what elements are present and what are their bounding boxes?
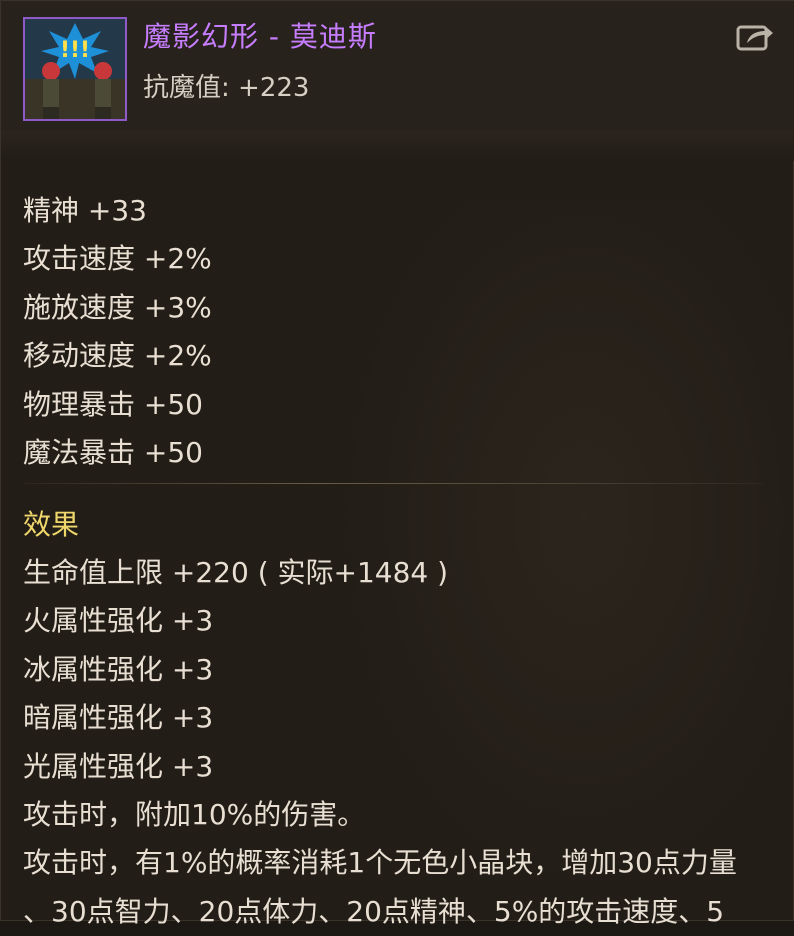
stat-line: 物理暴击 +50 (23, 387, 203, 421)
item-tooltip: !!! 魔影幻形 - 莫迪斯 抗魔值: +223 精神 +33 攻击速度 +2%… (0, 0, 794, 928)
section-divider (23, 483, 763, 484)
stat-line: 魔法暴击 +50 (23, 436, 203, 470)
effects-title: 效果 (23, 508, 80, 541)
resist-label: 抗魔值: (143, 73, 230, 103)
effect-line: 生命值上限 +220 ( 实际+1484 ) (23, 556, 449, 589)
effect-line: 火属性强化 +3 (23, 604, 214, 638)
stat-line: 施放速度 +3% (23, 290, 212, 324)
effect-line: 、30点智力、20点体力、20点精神、5%的攻击速度、5 (23, 894, 725, 928)
header-band (1, 131, 794, 161)
stat-line: 攻击速度 +2% (23, 242, 212, 276)
stats-list: 精神 +33 攻击速度 +2% 施放速度 +3% 移动速度 +2% 物理暴击 +… (23, 187, 783, 477)
character-portrait-icon: !!! (23, 17, 127, 121)
stat-line: 精神 +33 (23, 194, 147, 227)
effect-line: 暗属性强化 +3 (23, 701, 214, 735)
share-button[interactable] (735, 19, 775, 53)
svg-text:!!!: !!! (60, 38, 90, 63)
resist-value: +223 (238, 73, 310, 103)
share-export-icon (736, 25, 773, 51)
effects-section: 效果 生命值上限 +220 ( 实际+1484 ) 火属性强化 +3 冰属性强化… (23, 501, 794, 936)
item-name: 魔影幻形 - 莫迪斯 (143, 20, 377, 53)
effect-line: 攻击时，有1%的概率消耗1个无色小晶块，增加30点力量 (23, 846, 737, 880)
stat-line: 移动速度 +2% (23, 339, 212, 373)
effect-line: 光属性强化 +3 (23, 749, 214, 783)
effect-line: 冰属性强化 +3 (23, 652, 214, 686)
effect-line: 攻击时，附加10%的伤害。 (23, 798, 366, 832)
resist-value-line: 抗魔值: +223 (143, 67, 309, 104)
